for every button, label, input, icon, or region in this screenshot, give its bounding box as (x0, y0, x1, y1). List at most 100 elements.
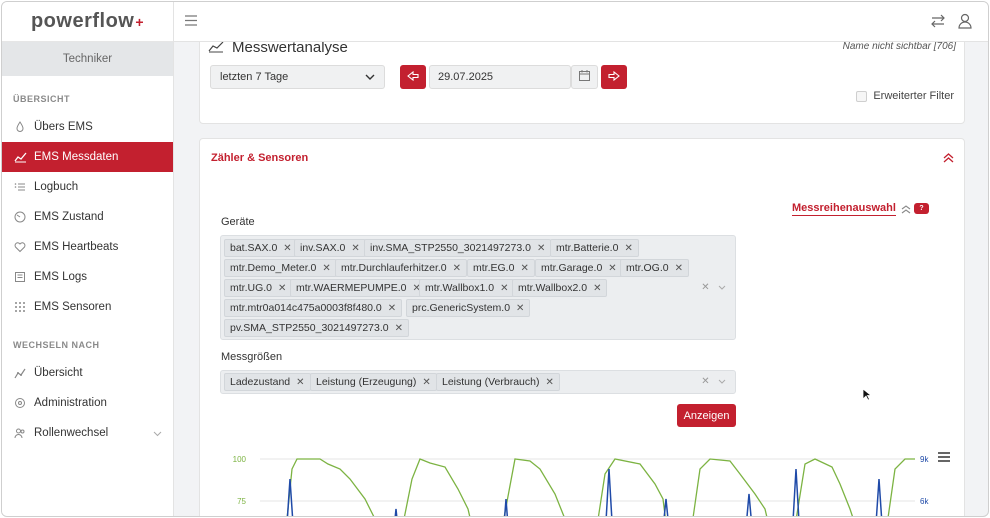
name-hint: Name nicht sichtbar [706] (842, 42, 956, 52)
clear-and-dropdown: ✕ (701, 282, 726, 293)
sidebar-item-rollenwechsel[interactable]: Rollenwechsel (2, 418, 173, 448)
device-tag: mtr.EG.0 ✕ (467, 259, 535, 277)
remove-icon[interactable]: ✕ (351, 243, 359, 254)
sidebar-item-label: Administration (34, 397, 107, 409)
hamburger-icon[interactable] (185, 15, 197, 29)
range-select[interactable]: letzten 7 Tage (210, 65, 385, 89)
user-icon[interactable] (958, 13, 972, 32)
remove-icon[interactable]: ✕ (388, 303, 396, 314)
sidebar-item-ems-heartbeats[interactable]: EMS Heartbeats (2, 232, 173, 262)
remove-icon[interactable]: ✕ (500, 283, 508, 294)
swap-icon[interactable] (930, 14, 946, 31)
remove-icon[interactable]: ✕ (675, 263, 683, 274)
mouse-cursor-icon (862, 388, 873, 405)
tag-label: mtr.Demo_Meter.0 (230, 262, 317, 274)
remove-icon[interactable]: ✕ (422, 377, 430, 388)
chevrons-up-icon[interactable] (901, 203, 911, 217)
page-title: Messwertanalyse (232, 42, 348, 56)
help-badge[interactable]: ? (914, 203, 929, 214)
device-tag: mtr.Batterie.0 ✕ (550, 239, 639, 257)
device-tag: mtr.Durchlauferhitzer.0 ✕ (335, 259, 468, 277)
device-tag: prc.GenericSystem.0 ✕ (406, 299, 531, 317)
device-tag: mtr.Demo_Meter.0 ✕ (224, 259, 337, 277)
remove-icon[interactable]: ✕ (520, 263, 528, 274)
app-window: powerflow + Techniker ÜBERSICHT Übers EMS… (1, 1, 989, 517)
calendar-button[interactable] (571, 65, 598, 89)
devices-multiselect[interactable]: bat.SAX.0 ✕ inv.SAX.0 ✕ inv.SMA_STP2550_30… (220, 235, 736, 340)
remove-icon[interactable]: ✕ (608, 263, 616, 274)
sensors-card: Zähler & Sensoren Messreihenauswahl ? Ge… (199, 138, 966, 517)
sidebar-item-ems-sensoren[interactable]: EMS Sensoren (2, 292, 173, 322)
chart-line-icon (13, 150, 27, 164)
extended-filter-checkbox[interactable] (856, 90, 868, 102)
device-tag: mtr.Garage.0 ✕ (535, 259, 623, 277)
clear-icon[interactable]: ✕ (701, 282, 709, 293)
tag-label: mtr.mtr0a014c475a0003f8f480.0 (230, 302, 382, 314)
tag-label: inv.SMA_STP2550_3021497273.0 (370, 242, 531, 254)
chevron-down-icon[interactable] (718, 282, 726, 293)
sidebar-item-ems-zustand[interactable]: EMS Zustand (2, 202, 173, 232)
remove-icon[interactable]: ✕ (395, 323, 403, 334)
sidebar-item-label: EMS Messdaten (34, 151, 119, 163)
remove-icon[interactable]: ✕ (516, 303, 524, 314)
sidebar-item-ems-messdaten[interactable]: EMS Messdaten (2, 142, 173, 172)
remove-icon[interactable]: ✕ (545, 377, 553, 388)
device-tag: pv.SMA_STP2550_3021497273.0 ✕ (224, 319, 409, 337)
trend-icon (13, 366, 27, 380)
y-left-tick: 75 (237, 497, 246, 506)
quantity-tag: Leistung (Erzeugung) ✕ (310, 373, 437, 391)
prev-date-button[interactable] (400, 65, 426, 89)
clear-icon[interactable]: ✕ (701, 376, 709, 387)
tag-label: mtr.OG.0 (626, 262, 669, 274)
quantities-label: Messgrößen (221, 351, 283, 363)
tag-label: inv.SAX.0 (300, 242, 346, 254)
sidebar-item-label: EMS Logs (34, 271, 88, 283)
measurement-chart[interactable]: 100 75 9k 6k (200, 439, 966, 517)
remove-icon[interactable]: ✕ (296, 377, 304, 388)
series-line-power (286, 468, 883, 516)
tag-label: bat.SAX.0 (230, 242, 278, 254)
devices-label: Geräte (221, 216, 255, 228)
extended-filter-label: Erweiterter Filter (873, 90, 954, 102)
logo-plus: + (135, 13, 145, 30)
next-date-button[interactable] (601, 65, 627, 89)
remove-icon[interactable]: ✕ (283, 243, 291, 254)
remove-icon[interactable]: ✕ (278, 283, 286, 294)
remove-icon[interactable]: ✕ (322, 263, 330, 274)
chevron-down-icon[interactable] (718, 376, 726, 387)
date-input[interactable]: 29.07.2025 (429, 65, 571, 89)
tag-label: mtr.Durchlauferhitzer.0 (341, 262, 447, 274)
remove-icon[interactable]: ✕ (624, 243, 632, 254)
logo[interactable]: powerflow + (2, 2, 173, 42)
sidebar-item-label: EMS Heartbeats (34, 241, 119, 253)
chevrons-up-icon[interactable] (943, 152, 954, 166)
sidebar-item-uebersicht[interactable]: Übersicht (2, 358, 173, 388)
gauge-icon (13, 210, 27, 224)
remove-icon[interactable]: ✕ (593, 283, 601, 294)
chevron-down-icon (153, 428, 162, 440)
sidebar-item-administration[interactable]: Administration (2, 388, 173, 418)
messreihen-link[interactable]: Messreihenauswahl (792, 202, 896, 216)
show-button[interactable]: Anzeigen (677, 404, 736, 427)
quantity-tag: Leistung (Verbrauch) ✕ (436, 373, 560, 391)
document-icon (13, 270, 27, 284)
device-tag: bat.SAX.0 ✕ (224, 239, 298, 257)
sidebar-item-logbuch[interactable]: Logbuch (2, 172, 173, 202)
sidebar-item-uebers-ems[interactable]: Übers EMS (2, 112, 173, 142)
device-tag: mtr.UG.0 ✕ (224, 279, 293, 297)
sidebar-item-ems-logs[interactable]: EMS Logs (2, 262, 173, 292)
tag-label: mtr.Garage.0 (541, 262, 603, 274)
remove-icon[interactable]: ✕ (537, 243, 545, 254)
device-tag: mtr.OG.0 ✕ (620, 259, 689, 277)
series-line-soc (286, 458, 915, 516)
sidebar: powerflow + Techniker ÜBERSICHT Übers EMS… (2, 2, 174, 516)
sensors-title[interactable]: Zähler & Sensoren (211, 152, 308, 164)
extended-filter[interactable]: Erweiterter Filter (856, 90, 954, 102)
tag-label: mtr.EG.0 (473, 262, 515, 274)
list-icon (13, 180, 27, 194)
topbar (174, 2, 988, 42)
menu-icon[interactable] (938, 452, 950, 462)
tag-label: Ladezustand (230, 376, 291, 388)
remove-icon[interactable]: ✕ (453, 263, 461, 274)
quantities-multiselect[interactable]: Ladezustand ✕ Leistung (Erzeugung) ✕ Leist… (220, 370, 736, 394)
